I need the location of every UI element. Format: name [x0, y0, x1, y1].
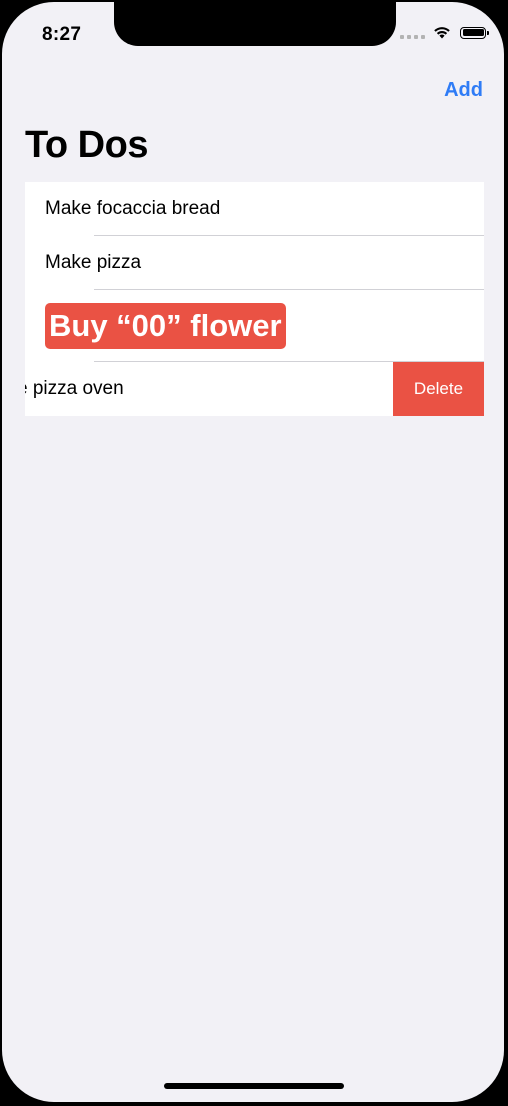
todo-list: Make focaccia bread Make pizza e pizza o… — [25, 182, 484, 416]
battery-icon — [460, 26, 489, 39]
todo-label: e pizza oven — [25, 378, 124, 399]
add-button[interactable]: Add — [444, 79, 483, 102]
status-icons — [400, 26, 489, 39]
page-title: To Dos — [25, 124, 148, 166]
todo-row-swiped[interactable]: e pizza oven Delete — [25, 362, 484, 416]
delete-button[interactable]: Delete — [393, 362, 484, 416]
todo-row[interactable]: Make pizza — [25, 236, 484, 290]
dragged-todo-item[interactable]: Buy “00” flower — [45, 303, 286, 349]
status-time: 8:27 — [42, 24, 82, 45]
todo-label: Make pizza — [45, 252, 142, 273]
notch — [114, 2, 396, 46]
device-frame: 8:27 Add To Dos Make focaccia bread Make — [0, 0, 508, 1106]
todo-label: Make focaccia bread — [45, 198, 221, 219]
wifi-icon — [434, 27, 450, 39]
todo-row[interactable]: Make focaccia bread — [25, 182, 484, 236]
cellular-signal-icon — [400, 27, 425, 39]
home-indicator[interactable] — [164, 1083, 344, 1089]
screen: 8:27 Add To Dos Make focaccia bread Make — [2, 2, 504, 1102]
